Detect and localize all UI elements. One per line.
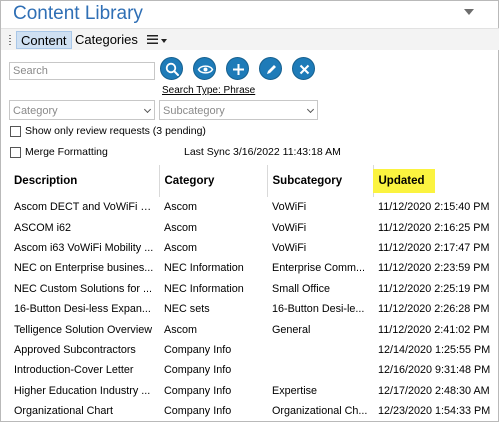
merge-formatting-checkbox[interactable] xyxy=(10,147,21,158)
table-row[interactable]: NEC Custom Solutions for ... NEC Informat… xyxy=(9,279,499,299)
panel-title: Content Library xyxy=(13,3,143,24)
cell-subcategory: VoWiFi xyxy=(272,241,307,254)
table-row[interactable]: Organizational Chart Company Info Organiza… xyxy=(9,401,499,421)
subcategory-placeholder: Subcategory xyxy=(163,105,225,117)
table-row[interactable]: Ascom i63 VoWiFi Mobility ... Ascom VoWiFi… xyxy=(9,238,499,258)
cell-description: Introduction-Cover Letter xyxy=(14,364,134,377)
content-table: Description Category Subcategory Updated… xyxy=(9,165,499,421)
cell-description: Ascom DECT and VoWiFi a... xyxy=(14,201,156,214)
cell-description: NEC Custom Solutions for ... xyxy=(14,282,153,295)
last-sync-status: Last Sync 3/16/2022 11:43:18 AM xyxy=(184,146,341,158)
cell-description: Organizational Chart xyxy=(14,405,114,418)
cell-subcategory xyxy=(267,360,373,380)
column-header-updated-label: Updated xyxy=(372,169,435,193)
cell-category: Company Info xyxy=(164,343,232,356)
cell-updated: 11/12/2020 2:25:19 PM xyxy=(378,282,490,295)
preview-button[interactable] xyxy=(193,57,216,80)
cell-subcategory: Small Office xyxy=(272,282,331,295)
table-row[interactable]: ASCOM i62 Ascom VoWiFi 11/12/2020 2:16:25 P… xyxy=(9,217,499,237)
cell-subcategory: Expertise xyxy=(272,384,318,397)
column-header-subcategory[interactable]: Subcategory xyxy=(266,165,373,197)
cell-subcategory: General xyxy=(272,323,311,336)
hamburger-menu-icon[interactable] xyxy=(147,35,158,44)
cell-subcategory: Enterprise Comm... xyxy=(272,262,365,275)
cell-updated: 12/17/2020 2:48:30 AM xyxy=(378,384,490,397)
cell-subcategory xyxy=(267,340,373,360)
table-row[interactable]: Introduction-Cover Letter Company Info 12/… xyxy=(9,360,499,380)
tab-content[interactable]: Content xyxy=(16,31,72,49)
pencil-icon xyxy=(267,65,276,74)
grip-icon[interactable] xyxy=(9,35,11,46)
subcategory-select[interactable]: Subcategory xyxy=(159,100,318,120)
table-row[interactable]: Approved Subcontractors Company Info 12/14… xyxy=(9,340,499,360)
review-requests-label: Show only review requests (3 pending) xyxy=(25,125,206,137)
cell-updated: 12/14/2020 1:25:55 PM xyxy=(378,343,491,356)
plus-icon xyxy=(233,64,244,75)
search-type-link[interactable]: Search Type: Phrase xyxy=(162,85,255,96)
table-row[interactable]: NEC on Enterprise busines... NEC Informat… xyxy=(9,258,499,278)
cell-category: Company Info xyxy=(164,384,232,397)
table-row[interactable]: 16-Button Desi-less Expan... NEC sets 16-B… xyxy=(9,299,499,319)
content-library-panel: Content Library Content Categories Searc… xyxy=(0,0,499,422)
cell-category: NEC Information xyxy=(164,282,244,295)
table-row[interactable]: Higher Education Industry ... Company Inf… xyxy=(9,381,499,401)
cell-description: Approved Subcontractors xyxy=(14,343,136,356)
cell-category: Company Info xyxy=(164,405,232,418)
menu-dropdown-caret-icon[interactable] xyxy=(161,39,167,43)
table-header-row: Description Category Subcategory Updated xyxy=(9,165,499,197)
cell-category: NEC Information xyxy=(164,262,244,275)
cell-updated: 11/12/2020 2:16:25 PM xyxy=(378,221,490,234)
cell-updated: 12/23/2020 1:54:33 PM xyxy=(378,405,491,418)
collapse-arrow-icon[interactable] xyxy=(464,9,474,15)
cell-updated: 11/12/2020 2:23:59 PM xyxy=(378,262,490,275)
tab-bar: Content Categories xyxy=(1,28,499,50)
chevron-down-icon xyxy=(143,105,152,114)
cell-updated: 11/12/2020 2:41:02 PM xyxy=(378,323,490,336)
cell-description: 16-Button Desi-less Expan... xyxy=(14,303,151,316)
cell-updated: 12/16/2020 9:31:48 PM xyxy=(378,364,491,377)
table-row[interactable]: Ascom DECT and VoWiFi a... Ascom VoWiFi 11/… xyxy=(9,197,499,217)
cell-updated: 11/12/2020 2:26:28 PM xyxy=(378,303,490,316)
category-select[interactable]: Category xyxy=(9,100,155,120)
review-requests-checkbox[interactable] xyxy=(10,126,21,137)
cell-updated: 11/12/2020 2:15:40 PM xyxy=(378,201,490,214)
table-row[interactable]: Telligence Solution Overview Ascom General… xyxy=(9,319,499,339)
eye-icon xyxy=(197,65,214,74)
search-button[interactable] xyxy=(160,57,183,80)
delete-button[interactable] xyxy=(292,57,315,80)
merge-formatting-label: Merge Formatting xyxy=(25,146,108,158)
column-header-category[interactable]: Category xyxy=(158,165,267,197)
tab-categories[interactable]: Categories xyxy=(71,31,142,49)
category-placeholder: Category xyxy=(13,105,58,117)
edit-button[interactable] xyxy=(259,57,282,80)
column-header-updated[interactable]: Updated xyxy=(372,165,499,197)
cell-description: ASCOM i62 xyxy=(14,221,71,234)
cell-category: Ascom xyxy=(164,241,197,254)
cell-subcategory: VoWiFi xyxy=(272,201,307,214)
cell-subcategory: 16-Button Desi-le... xyxy=(272,303,365,316)
cell-category: Ascom xyxy=(164,201,197,214)
panel-header: Content Library xyxy=(1,1,499,28)
cell-subcategory: VoWiFi xyxy=(272,221,307,234)
search-input[interactable] xyxy=(9,62,155,80)
cell-description: Telligence Solution Overview xyxy=(14,323,153,336)
cell-description: Higher Education Industry ... xyxy=(14,384,151,397)
column-header-description[interactable]: Description xyxy=(9,165,159,197)
cell-category: NEC sets xyxy=(164,303,210,316)
add-button[interactable] xyxy=(226,57,249,80)
cell-description: Ascom i63 VoWiFi Mobility ... xyxy=(14,241,154,254)
cell-updated: 11/12/2020 2:17:47 PM xyxy=(378,241,490,254)
table-body: Ascom DECT and VoWiFi a... Ascom VoWiFi 11/… xyxy=(9,197,499,421)
cell-category: Company Info xyxy=(164,364,232,377)
cell-description: NEC on Enterprise busines... xyxy=(14,262,154,275)
cell-subcategory: Organizational Ch... xyxy=(272,405,368,418)
chevron-down-icon xyxy=(306,105,315,114)
close-icon xyxy=(299,64,310,75)
cell-category: Ascom xyxy=(164,323,197,336)
search-icon xyxy=(165,62,179,76)
cell-category: Ascom xyxy=(164,221,197,234)
